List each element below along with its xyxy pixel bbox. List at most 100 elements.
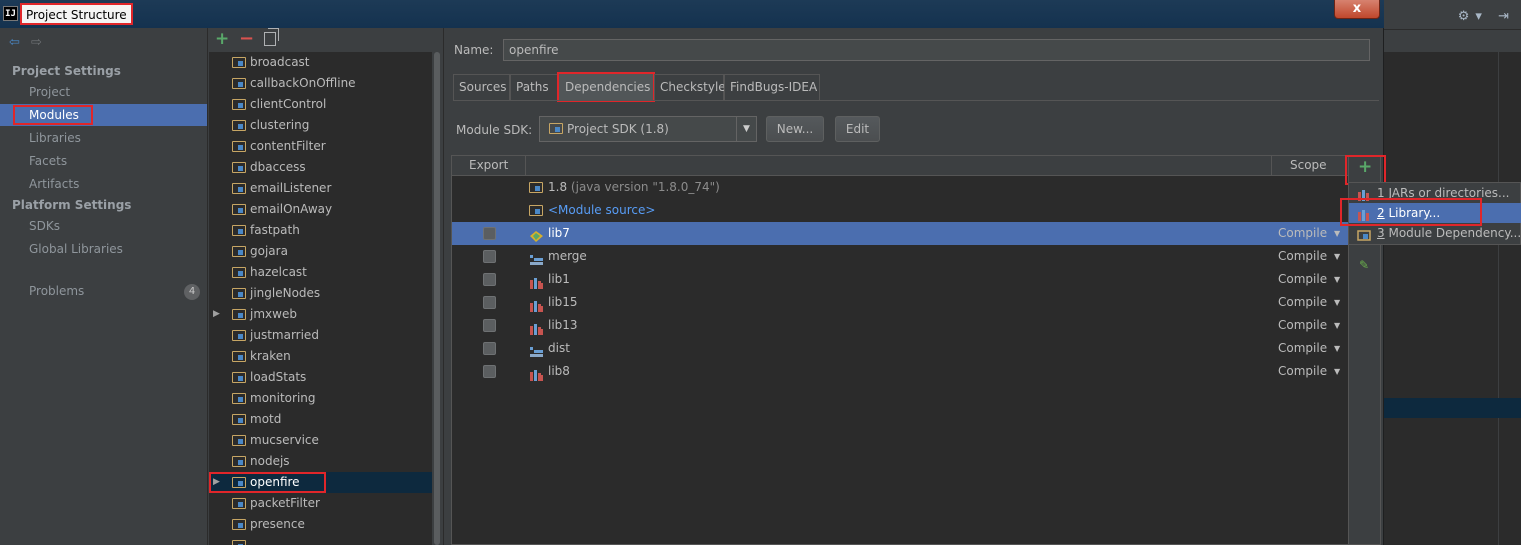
module-item[interactable]: ▶ openfire	[209, 472, 442, 493]
module-list-scrollbar[interactable]	[432, 52, 442, 545]
nav-item-modules[interactable]: Modules	[0, 104, 207, 126]
dependency-row[interactable]: merge Compile ▼	[452, 245, 1348, 268]
module-source-row[interactable]: <Module source>	[452, 199, 1348, 222]
scope-select[interactable]: Compile	[1278, 337, 1327, 360]
module-list[interactable]: broadcast callbackOnOffline clientControl c…	[209, 52, 442, 545]
chevron-down-icon[interactable]: ▼	[1334, 245, 1340, 268]
module-item[interactable]: mucservice	[209, 430, 442, 451]
export-checkbox[interactable]	[483, 342, 496, 355]
module-item[interactable]: dbaccess	[209, 157, 442, 178]
scrollbar-thumb[interactable]	[434, 52, 440, 545]
nav-item-libraries[interactable]: Libraries	[0, 127, 207, 149]
nav-item-problems[interactable]: Problems 4	[0, 280, 207, 302]
module-item[interactable]: kraken	[209, 346, 442, 367]
chevron-down-icon[interactable]: ▼	[1334, 360, 1340, 383]
module-item[interactable]: monitoring	[209, 388, 442, 409]
module-folder-icon	[232, 288, 246, 299]
dependency-row[interactable]: lib15 Compile ▼	[452, 291, 1348, 314]
module-item[interactable]: contentFilter	[209, 136, 442, 157]
scope-select[interactable]: Compile	[1278, 291, 1327, 314]
add-module-icon[interactable]: +	[215, 29, 229, 49]
dependency-row[interactable]: lib8 Compile ▼	[452, 360, 1348, 383]
module-item[interactable]: presence	[209, 514, 442, 535]
dependency-row[interactable]: lib7 Compile ▼	[452, 222, 1348, 245]
chevron-down-icon[interactable]: ▼	[1334, 268, 1340, 291]
module-name-field[interactable]: openfire	[503, 39, 1370, 61]
module-item[interactable]: jingleNodes	[209, 283, 442, 304]
nav-item-project[interactable]: Project	[0, 81, 207, 103]
expand-arrow-icon[interactable]: ▶	[213, 304, 220, 325]
new-sdk-button[interactable]: New...	[766, 116, 824, 142]
dependencies-table: Export Scope 1.8 (java version "1.8.0_74…	[451, 155, 1381, 545]
module-item[interactable]	[209, 535, 442, 545]
module-item[interactable]: packetFilter	[209, 493, 442, 514]
scope-select[interactable]: Compile	[1278, 245, 1327, 268]
module-folder-icon	[232, 540, 246, 545]
export-checkbox[interactable]	[483, 227, 496, 240]
export-checkbox[interactable]	[483, 365, 496, 378]
tab-checkstyle[interactable]: Checkstyle	[654, 74, 726, 100]
module-item[interactable]: emailOnAway	[209, 199, 442, 220]
export-checkbox[interactable]	[483, 319, 496, 332]
problems-count-badge: 4	[184, 284, 200, 300]
jdk-row[interactable]: 1.8 (java version "1.8.0_74")	[452, 176, 1348, 199]
module-folder-icon	[232, 57, 246, 68]
copy-module-icon[interactable]	[264, 28, 279, 46]
nav-item-facets[interactable]: Facets	[0, 150, 207, 172]
tab-paths[interactable]: Paths	[510, 74, 558, 100]
scope-select[interactable]: Compile	[1278, 268, 1327, 291]
remove-module-icon[interactable]: −	[239, 28, 254, 49]
edit-sdk-button[interactable]: Edit	[835, 116, 880, 142]
back-arrow-icon[interactable]: ⇦	[9, 35, 31, 50]
module-item[interactable]: emailListener	[209, 178, 442, 199]
module-folder-icon	[1357, 227, 1371, 247]
scope-select[interactable]: Compile	[1278, 222, 1327, 245]
scope-column-header[interactable]: Scope	[1290, 156, 1327, 176]
module-list-pane: + − broadcast callbackOnOffline clientCont…	[209, 28, 444, 545]
module-item[interactable]: clustering	[209, 115, 442, 136]
module-source-label: <Module source>	[548, 203, 656, 217]
module-item[interactable]: justmarried	[209, 325, 442, 346]
ide-editor-header	[1384, 30, 1521, 52]
popup-item[interactable]: 3 Module Dependency...	[1349, 223, 1521, 243]
tab-sources[interactable]: Sources	[453, 74, 510, 100]
close-button[interactable]: x	[1334, 0, 1380, 19]
nav-item-artifacts[interactable]: Artifacts	[0, 173, 207, 195]
module-item[interactable]: callbackOnOffline	[209, 73, 442, 94]
module-item[interactable]: fastpath	[209, 220, 442, 241]
export-checkbox[interactable]	[483, 273, 496, 286]
platform-settings-heading: Platform Settings	[12, 198, 132, 212]
module-item[interactable]: gojara	[209, 241, 442, 262]
nav-item-global-libraries[interactable]: Global Libraries	[0, 238, 207, 260]
module-item-label: motd	[250, 412, 282, 426]
export-checkbox[interactable]	[483, 250, 496, 263]
module-item[interactable]: nodejs	[209, 451, 442, 472]
module-item[interactable]: broadcast	[209, 52, 442, 73]
edit-pencil-icon[interactable]: ✎	[1359, 258, 1369, 272]
chevron-down-icon[interactable]: ▼	[1334, 314, 1340, 337]
module-item[interactable]: motd	[209, 409, 442, 430]
export-column-header[interactable]: Export	[469, 156, 508, 176]
scope-select[interactable]: Compile	[1278, 314, 1327, 337]
module-item[interactable]: loadStats	[209, 367, 442, 388]
nav-item-sdks[interactable]: SDKs	[0, 215, 207, 237]
tab-findbugs[interactable]: FindBugs-IDEA	[724, 74, 820, 100]
module-sdk-select[interactable]: Project SDK (1.8) ▼	[539, 116, 757, 142]
chevron-down-icon[interactable]: ▼	[1334, 337, 1340, 360]
module-item-label: clientControl	[250, 97, 327, 111]
dependency-row[interactable]: lib13 Compile ▼	[452, 314, 1348, 337]
chevron-down-icon[interactable]: ▼	[736, 117, 756, 141]
export-checkbox[interactable]	[483, 296, 496, 309]
module-item[interactable]: clientControl	[209, 94, 442, 115]
chevron-down-icon[interactable]: ▼	[1334, 291, 1340, 314]
forward-arrow-icon[interactable]: ⇨	[31, 35, 53, 50]
module-item[interactable]: ▶ jmxweb	[209, 304, 442, 325]
module-settings-panel: Name: openfire Sources Paths Dependencie…	[445, 28, 1383, 545]
dialog-titlebar: IJ Project Structure x	[0, 0, 1384, 28]
module-folder-icon	[232, 519, 246, 530]
settings-gear-icon[interactable]: ⚙▾ ⇥	[1458, 9, 1515, 24]
dependency-row[interactable]: dist Compile ▼	[452, 337, 1348, 360]
dependency-row[interactable]: lib1 Compile ▼	[452, 268, 1348, 291]
module-item[interactable]: hazelcast	[209, 262, 442, 283]
scope-select[interactable]: Compile	[1278, 360, 1327, 383]
